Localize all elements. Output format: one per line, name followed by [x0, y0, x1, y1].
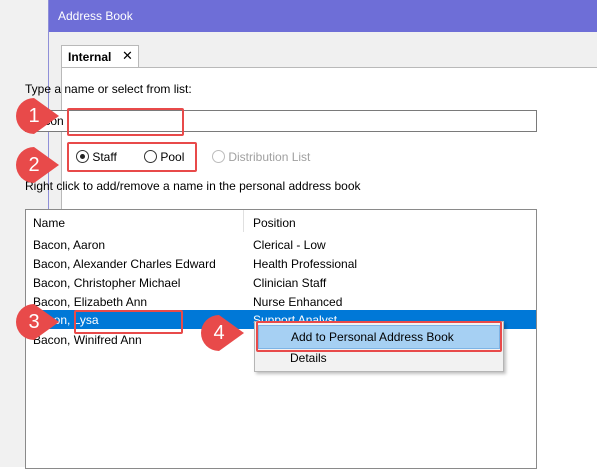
tab-close-icon[interactable]: ✕	[122, 48, 133, 64]
list-row[interactable]: Bacon, Elizabeth Ann Nurse Enhanced	[26, 292, 536, 311]
hint-text: Right click to add/remove a name in the …	[25, 179, 361, 193]
column-header-name[interactable]: Name	[33, 216, 65, 230]
row-position: Clinician Staff	[253, 276, 327, 290]
window-title: Address Book	[58, 9, 133, 23]
highlight-box-menu-item	[256, 321, 502, 352]
row-name: Bacon, Christopher Michael	[33, 276, 181, 290]
list-row[interactable]: Bacon, Christopher Michael Clinician Sta…	[26, 273, 536, 292]
highlight-box-selected-row	[74, 310, 183, 334]
callout-number: 2	[28, 154, 40, 176]
highlight-box-radio	[67, 142, 197, 172]
callout-number: 3	[28, 311, 40, 333]
radio-distribution-list-label: Distribution List	[228, 150, 311, 164]
callout-badge-4: 4	[201, 313, 245, 353]
row-position: Health Professional	[253, 257, 358, 271]
callout-number: 1	[28, 105, 40, 127]
tab-internal[interactable]: Internal ✕	[61, 45, 139, 68]
radio-distribution-list-indicator	[212, 150, 225, 163]
row-name: Bacon, Alexander Charles Edward	[33, 257, 216, 271]
tab-internal-label: Internal	[68, 50, 112, 64]
title-bar: Address Book	[49, 0, 597, 32]
radio-distribution-list: Distribution List	[212, 150, 310, 164]
callout-number: 4	[213, 322, 225, 344]
callout-badge-3: 3	[16, 302, 60, 342]
column-header-position[interactable]: Position	[253, 216, 296, 230]
callout-badge-1: 1	[16, 96, 60, 136]
menu-item-label: Details	[290, 351, 327, 365]
list-row[interactable]: Bacon, Aaron Clerical - Low	[26, 235, 536, 254]
column-divider[interactable]	[243, 210, 244, 232]
row-name: Bacon, Aaron	[33, 238, 106, 252]
callout-badge-2: 2	[16, 145, 60, 185]
row-position: Clerical - Low	[253, 238, 326, 252]
row-position: Nurse Enhanced	[253, 295, 343, 309]
search-prompt-label: Type a name or select from list:	[25, 82, 192, 96]
highlight-box-search	[67, 108, 184, 136]
list-row[interactable]: Bacon, Alexander Charles Edward Health P…	[26, 254, 536, 273]
